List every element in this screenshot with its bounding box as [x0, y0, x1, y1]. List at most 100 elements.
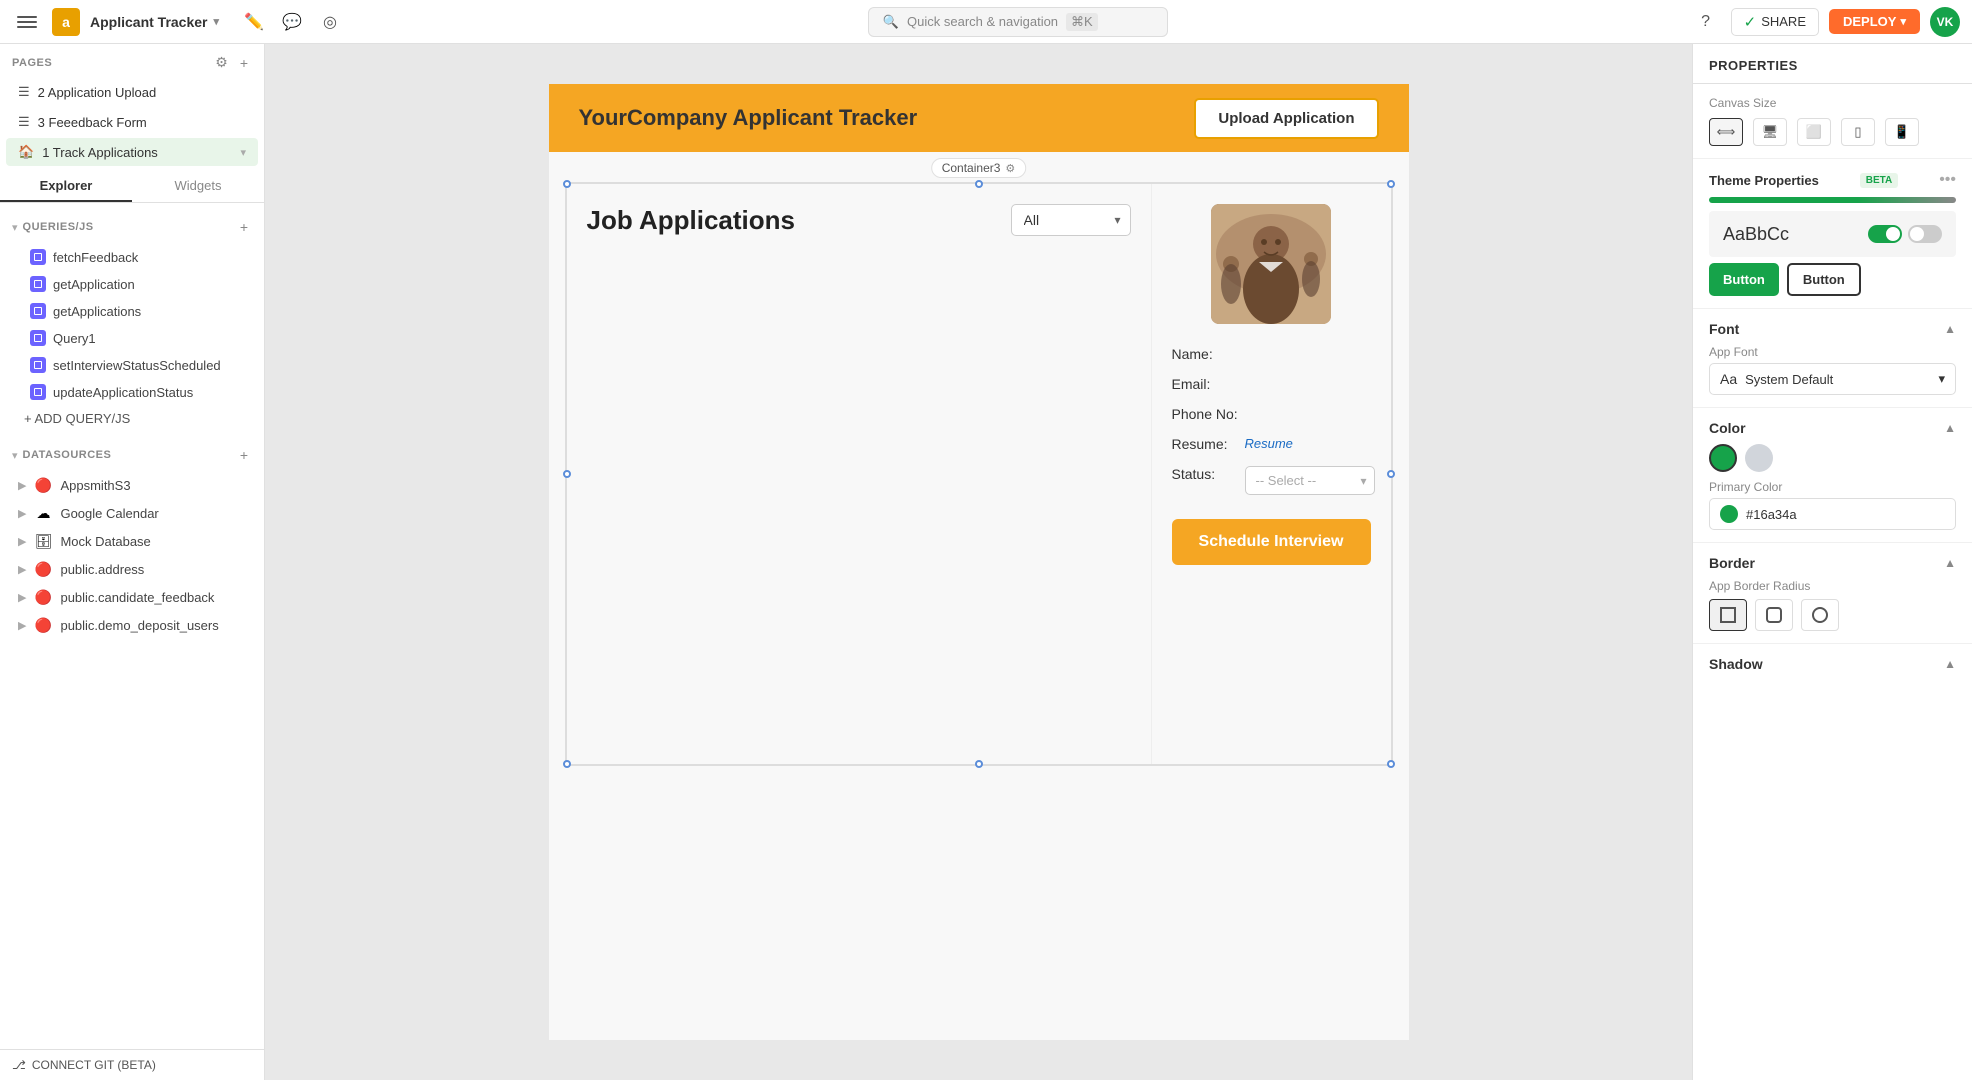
- container3-settings-icon[interactable]: ⚙: [1005, 162, 1015, 175]
- query-item-getapplications[interactable]: getApplications: [6, 298, 258, 324]
- border-radius-sharp[interactable]: [1709, 599, 1747, 631]
- query-label: getApplication: [53, 277, 135, 292]
- resize-handle-bottom-center[interactable]: [975, 760, 983, 768]
- share-button[interactable]: ✓ SHARE: [1731, 8, 1819, 36]
- job-filter-select[interactable]: All: [1011, 204, 1131, 236]
- border-section-header[interactable]: Border ▲: [1709, 555, 1956, 571]
- git-icon: ⎇: [12, 1058, 26, 1072]
- resize-handle-bottom-left[interactable]: [563, 760, 571, 768]
- ds-expand-icon: ▶: [18, 479, 26, 492]
- primary-color-hex: #16a34a: [1746, 507, 1797, 522]
- font-preview-box: AaBbCc: [1709, 211, 1956, 257]
- canvas-size-fluid[interactable]: ⟺: [1709, 118, 1743, 146]
- preview-button[interactable]: ◎: [315, 7, 345, 37]
- ds-expand-icon: ▶: [18, 535, 26, 548]
- datasources-section: ▾ DATASOURCES + ▶ 🔴 AppsmithS3 ▶ ☁ Googl…: [0, 435, 264, 643]
- status-select[interactable]: -- Select --: [1245, 466, 1375, 495]
- ds-label: Google Calendar: [60, 506, 158, 521]
- phone-field-row: Phone No:: [1172, 406, 1371, 422]
- sidebar-tab-bar: Explorer Widgets: [0, 171, 264, 203]
- color-swatch-gray[interactable]: [1745, 444, 1773, 472]
- schedule-interview-button[interactable]: Schedule Interview: [1172, 519, 1371, 565]
- resize-handle-bottom-right[interactable]: [1387, 760, 1395, 768]
- canvas-size-desktop[interactable]: 🖥: [1753, 118, 1787, 146]
- search-bar[interactable]: 🔍 Quick search & navigation ⌘K: [868, 7, 1168, 37]
- datasource-item-public-address[interactable]: ▶ 🔴 public.address: [0, 555, 264, 583]
- border-section-title: Border: [1709, 555, 1755, 571]
- pages-settings-button[interactable]: ⚙: [211, 52, 232, 73]
- tab-widgets[interactable]: Widgets: [132, 171, 264, 202]
- canvas-size-tablet-portrait[interactable]: ▯: [1841, 118, 1875, 146]
- border-section-chevron-icon: ▲: [1944, 556, 1956, 570]
- sidebar-item-track-applications[interactable]: 🏠 1 Track Applications ▾: [6, 138, 258, 166]
- ds-icon-demo-deposit: 🔴: [34, 616, 52, 634]
- font-select-inner: Aa System Default: [1720, 371, 1833, 387]
- theme-toggle-2[interactable]: [1908, 225, 1942, 243]
- pages-section-header: PAGES ⚙ +: [0, 44, 264, 77]
- queries-add-button[interactable]: +: [236, 217, 252, 237]
- canvas-size-mobile[interactable]: 📱: [1885, 118, 1919, 146]
- resize-handle-top-left[interactable]: [563, 180, 571, 188]
- resize-handle-top-center[interactable]: [975, 180, 983, 188]
- query-item-updateapplicationstatus[interactable]: updateApplicationStatus: [6, 379, 258, 405]
- toggle-row: [1868, 225, 1942, 243]
- canvas-size-section: Canvas Size ⟺ 🖥 ⬜ ▯ 📱: [1693, 84, 1972, 159]
- color-section-header[interactable]: Color ▲: [1709, 420, 1956, 436]
- name-label: Name:: [1172, 346, 1237, 362]
- comment-button[interactable]: 💬: [277, 7, 307, 37]
- edit-mode-button[interactable]: ✏️: [239, 7, 269, 37]
- resize-handle-top-right[interactable]: [1387, 180, 1395, 188]
- resume-link[interactable]: Resume: [1245, 436, 1293, 451]
- search-placeholder-text: Quick search & navigation: [907, 14, 1058, 29]
- hamburger-menu-button[interactable]: [12, 7, 42, 37]
- border-radius-medium[interactable]: [1755, 599, 1793, 631]
- canvas-size-tablet-landscape[interactable]: ⬜: [1797, 118, 1831, 146]
- resize-handle-middle-left[interactable]: [563, 470, 571, 478]
- font-preview-text: AaBbCc: [1723, 224, 1789, 245]
- color-swatch-green[interactable]: [1709, 444, 1737, 472]
- datasource-item-demo-deposit[interactable]: ▶ 🔴 public.demo_deposit_users: [0, 611, 264, 639]
- app-header: YourCompany Applicant Tracker Upload App…: [549, 84, 1409, 152]
- queries-title-row[interactable]: ▾ QUERIES/JS: [12, 221, 94, 234]
- upload-application-button[interactable]: Upload Application: [1194, 98, 1378, 139]
- datasource-item-mock-db[interactable]: ▶ 🗄 Mock Database: [0, 527, 264, 555]
- theme-more-button[interactable]: •••: [1939, 171, 1956, 189]
- shadow-section-header[interactable]: Shadow ▲: [1709, 656, 1956, 672]
- border-radius-round[interactable]: [1801, 599, 1839, 631]
- datasources-title-row[interactable]: ▾ DATASOURCES: [12, 449, 111, 462]
- primary-color-dot: [1720, 505, 1738, 523]
- name-field-row: Name:: [1172, 346, 1371, 362]
- theme-outline-button[interactable]: Button: [1787, 263, 1861, 296]
- title-chevron-icon: ▾: [214, 15, 220, 28]
- font-select[interactable]: Aa System Default ▾: [1709, 363, 1956, 395]
- app-title-label: Applicant Tracker ▾: [90, 14, 219, 30]
- border-section: Border ▲ App Border Radius: [1693, 543, 1972, 644]
- theme-primary-button[interactable]: Button: [1709, 263, 1779, 296]
- query-item-fetchfeedback[interactable]: fetchFeedback: [6, 244, 258, 270]
- help-button[interactable]: ?: [1691, 7, 1721, 37]
- sidebar-item-feedback-form[interactable]: ☰ 3 Feeedback Form: [6, 108, 258, 136]
- font-section: Font ▲ App Font Aa System Default ▾: [1693, 309, 1972, 408]
- add-query-button[interactable]: + ADD QUERY/JS: [0, 406, 264, 431]
- resize-handle-middle-right[interactable]: [1387, 470, 1395, 478]
- query-item-setinterviewstatus[interactable]: setInterviewStatusScheduled: [6, 352, 258, 378]
- job-applications-title: Job Applications: [587, 205, 796, 236]
- datasources-add-button[interactable]: +: [236, 445, 252, 465]
- border-radius-options: [1709, 599, 1956, 631]
- app-body-container: Job Applications All ▾: [565, 182, 1393, 766]
- datasource-item-google-calendar[interactable]: ▶ ☁ Google Calendar: [0, 499, 264, 527]
- sidebar-item-application-upload[interactable]: ☰ 2 Application Upload: [6, 78, 258, 106]
- pages-add-button[interactable]: +: [236, 52, 252, 73]
- job-applications-header: Job Applications All ▾: [587, 204, 1131, 236]
- datasource-item-appsmithS3[interactable]: ▶ 🔴 AppsmithS3: [0, 471, 264, 499]
- theme-toggle[interactable]: [1868, 225, 1902, 243]
- deploy-button[interactable]: DEPLOY ▾: [1829, 9, 1920, 34]
- tab-explorer[interactable]: Explorer: [0, 171, 132, 202]
- primary-color-row[interactable]: #16a34a: [1709, 498, 1956, 530]
- query-item-query1[interactable]: Query1: [6, 325, 258, 351]
- connect-git-button[interactable]: ⎇ CONNECT GIT (BETA): [0, 1049, 264, 1080]
- ds-icon-public-address: 🔴: [34, 560, 52, 578]
- datasource-item-candidate-feedback[interactable]: ▶ 🔴 public.candidate_feedback: [0, 583, 264, 611]
- query-item-getapplication[interactable]: getApplication: [6, 271, 258, 297]
- font-section-header[interactable]: Font ▲: [1709, 321, 1956, 337]
